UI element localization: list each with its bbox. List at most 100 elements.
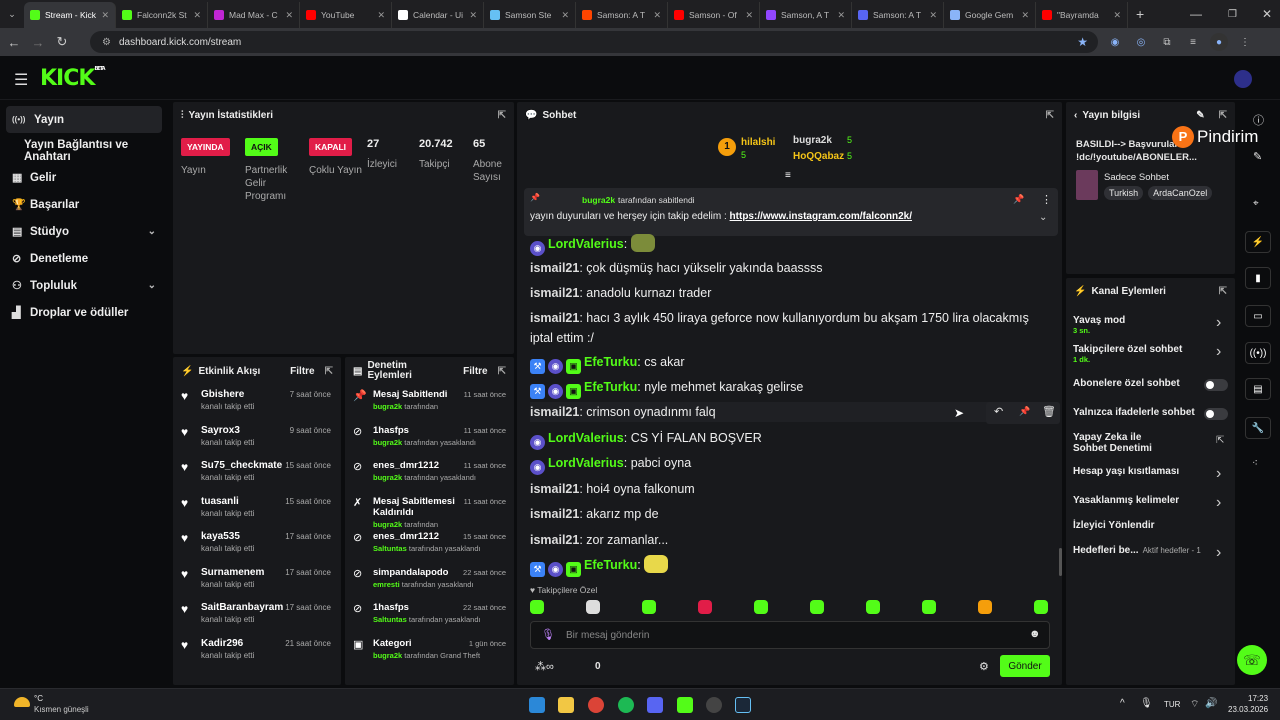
url-input[interactable]: ⚙ dashboard.kick.com/stream ★ — [90, 31, 1098, 53]
browser-tab[interactable]: Samson Ste ✕ — [484, 2, 576, 28]
filter-button[interactable]: Filtre — [463, 366, 487, 377]
reload-icon[interactable]: ↻ — [52, 34, 72, 50]
edit-icon[interactable]: ✎ — [1196, 110, 1204, 121]
target-icon[interactable]: ⌖ — [1253, 198, 1259, 209]
chevron-right-icon[interactable]: › — [1216, 465, 1221, 483]
emote-icon[interactable] — [698, 600, 712, 614]
chat-message[interactable]: ismail21: hoi4 oyna falkonum — [530, 479, 1050, 499]
filter-button[interactable]: Filtre — [290, 366, 314, 377]
tab-close-icon[interactable]: ✕ — [837, 10, 845, 21]
activity-user[interactable]: Kadir296 — [201, 638, 254, 649]
chat-username[interactable]: ismail21 — [530, 261, 579, 275]
emoji-icon[interactable]: ☻ — [1029, 628, 1041, 640]
more-options-icon[interactable]: ⋮ — [1041, 193, 1052, 206]
new-tab-button[interactable]: + — [1136, 6, 1144, 22]
moderator-name[interactable]: bugra2k — [373, 438, 402, 447]
expand-icon[interactable]: ⌄ — [1039, 212, 1047, 223]
chat-input[interactable]: 🎙 Bir mesaj gönderin ☻ — [530, 621, 1050, 649]
tab-close-icon[interactable]: ✕ — [929, 10, 937, 21]
tab-close-icon[interactable]: ✕ — [745, 10, 753, 21]
moderation-target[interactable]: enes_dmr1212 — [373, 531, 455, 542]
popout-icon[interactable]: ⇱ — [1219, 286, 1227, 297]
sidebar-item[interactable]: Yayın Bağlantısı ve Anahtarı — [0, 137, 170, 164]
pencil-icon[interactable]: ✎ — [1253, 150, 1262, 163]
popout-icon[interactable]: ⇱ — [325, 366, 333, 377]
chat-username[interactable]: EfeTurku — [584, 355, 637, 369]
extension-icon[interactable]: ◉ — [1106, 33, 1124, 51]
spotify-icon[interactable] — [618, 697, 634, 713]
pinned-link[interactable]: https://www.instagram.com/falconn2k/ — [730, 211, 912, 222]
moderation-target[interactable]: 1hasfps — [373, 602, 455, 613]
pin-icon[interactable]: 📌 — [1019, 406, 1030, 417]
rail-tools-button[interactable]: 🔧 — [1245, 417, 1271, 439]
chat-message[interactable]: ⚒ ◉ ▣ EfeTurku: cs akar — [530, 352, 1050, 374]
activity-user[interactable]: SaitBaranbayram — [201, 602, 283, 613]
chat-username[interactable]: LordValerius — [548, 456, 624, 470]
chat-message[interactable]: ismail21: çok düşmüş hacı yükselir yakın… — [530, 258, 1050, 278]
chat-message[interactable]: ismail21: anadolu kurnazı trader — [530, 283, 1050, 303]
emote-icon[interactable] — [754, 600, 768, 614]
rail-card-button[interactable]: ▮ — [1245, 267, 1271, 289]
tab-close-icon[interactable]: ✕ — [285, 10, 293, 21]
chat-settings-icon[interactable]: ⚙ — [979, 660, 989, 673]
chat-message[interactable]: ⚒ ◉ ▣ EfeTurku: — [530, 555, 1050, 577]
chat-message[interactable]: ismail21: zor zamanlar... — [530, 530, 1050, 550]
sidebar-item[interactable]: ((•)) Yayın — [6, 106, 162, 133]
chat-scrollbar[interactable] — [1059, 548, 1062, 576]
profile-avatar[interactable]: ● — [1210, 33, 1228, 51]
browser-tab[interactable]: "Bayramda ✕ — [1036, 2, 1128, 28]
emote-icon[interactable] — [530, 600, 544, 614]
popout-icon[interactable]: ⇱ — [498, 366, 506, 377]
moderator-name[interactable]: Saltuntas — [373, 615, 407, 624]
sidebar-item[interactable]: ⊘ Denetleme — [0, 245, 170, 272]
tab-close-icon[interactable]: ✕ — [377, 10, 385, 21]
moderation-target[interactable]: enes_dmr1212 — [373, 460, 455, 471]
activity-user[interactable]: Sayrox3 — [201, 425, 254, 436]
chat-message[interactable]: ◉ LordValerius: — [530, 234, 1050, 256]
browser-tab[interactable]: Samson - Of ✕ — [668, 2, 760, 28]
activity-user[interactable]: Gbishere — [201, 389, 254, 400]
chat-username[interactable]: LordValerius — [548, 431, 624, 445]
tray-chevron-icon[interactable]: ^ — [1120, 698, 1125, 709]
channel-action[interactable]: Abonelere özel sohbet — [1073, 378, 1213, 389]
activity-user[interactable]: kaya535 — [201, 531, 254, 542]
sidebar-item[interactable]: ▟ Droplar ve ödüller — [0, 299, 170, 326]
chat-message[interactable]: ◉ LordValerius: pabci oyna — [530, 453, 1050, 475]
browser-tab[interactable]: Samson: A T ✕ — [852, 2, 944, 28]
chat-message[interactable]: ◉ LordValerius: CS Yİ FALAN BOŞVER — [530, 428, 1050, 450]
chat-message[interactable]: ismail21: hacı 3 aylık 450 liraya geforc… — [530, 308, 1050, 348]
rail-chat-button[interactable]: ▭ — [1245, 305, 1271, 327]
mic-tray-icon[interactable]: 🎙 — [1140, 698, 1153, 709]
tab-close-icon[interactable]: ✕ — [469, 10, 477, 21]
bookmark-star-icon[interactable]: ★ — [1077, 35, 1088, 49]
moderation-target[interactable]: Mesaj Sabitlendi — [373, 389, 455, 400]
chat-username[interactable]: ismail21 — [530, 311, 579, 325]
delete-icon[interactable]: 🗑 — [1042, 405, 1056, 418]
moderator-name[interactable]: bugra2k — [373, 402, 402, 411]
rail-broadcast-button[interactable]: ((•)) — [1245, 342, 1271, 364]
user-avatar[interactable] — [1234, 70, 1252, 88]
minimize-window-icon[interactable]: — — [1190, 7, 1202, 21]
browser-tab[interactable]: Falconn2k St ✕ — [116, 2, 208, 28]
file-explorer-icon[interactable] — [558, 697, 574, 713]
close-window-icon[interactable]: ✕ — [1262, 7, 1272, 21]
channel-action[interactable]: Yalnızca ifadelerle sohbet — [1073, 407, 1213, 418]
stream-tag[interactable]: ArdaCanOzel — [1148, 186, 1213, 200]
chevron-right-icon[interactable]: › — [1216, 343, 1221, 361]
browser-tab[interactable]: Google Gem ✕ — [944, 2, 1036, 28]
site-info-icon[interactable]: ⚙ — [102, 37, 111, 48]
popout-icon[interactable]: ⇱ — [498, 110, 506, 121]
hamburger-menu-icon[interactable]: ☰ — [14, 70, 28, 90]
sidebar-item[interactable]: 🏆 Başarılar — [0, 191, 170, 218]
discord-icon[interactable] — [647, 697, 663, 713]
emote-icon[interactable] — [866, 600, 880, 614]
popout-icon[interactable]: ⇱ — [1219, 110, 1227, 121]
stream-tag[interactable]: Turkish — [1104, 186, 1144, 200]
rail-bolt-button[interactable]: ⚡ — [1245, 231, 1271, 253]
channel-action[interactable]: Yapay Zeka ile Sohbet Denetimi — [1073, 432, 1173, 454]
browser-tab[interactable]: Calendar - Ui ✕ — [392, 2, 484, 28]
forward-icon[interactable]: → — [28, 35, 48, 50]
chat-message[interactable]: ismail21: crimson oynadınmı falq — [530, 402, 1050, 422]
channel-action[interactable]: İzleyici Yönlendir — [1073, 520, 1213, 531]
puzzle-icon[interactable]: ⧉ — [1158, 33, 1176, 51]
